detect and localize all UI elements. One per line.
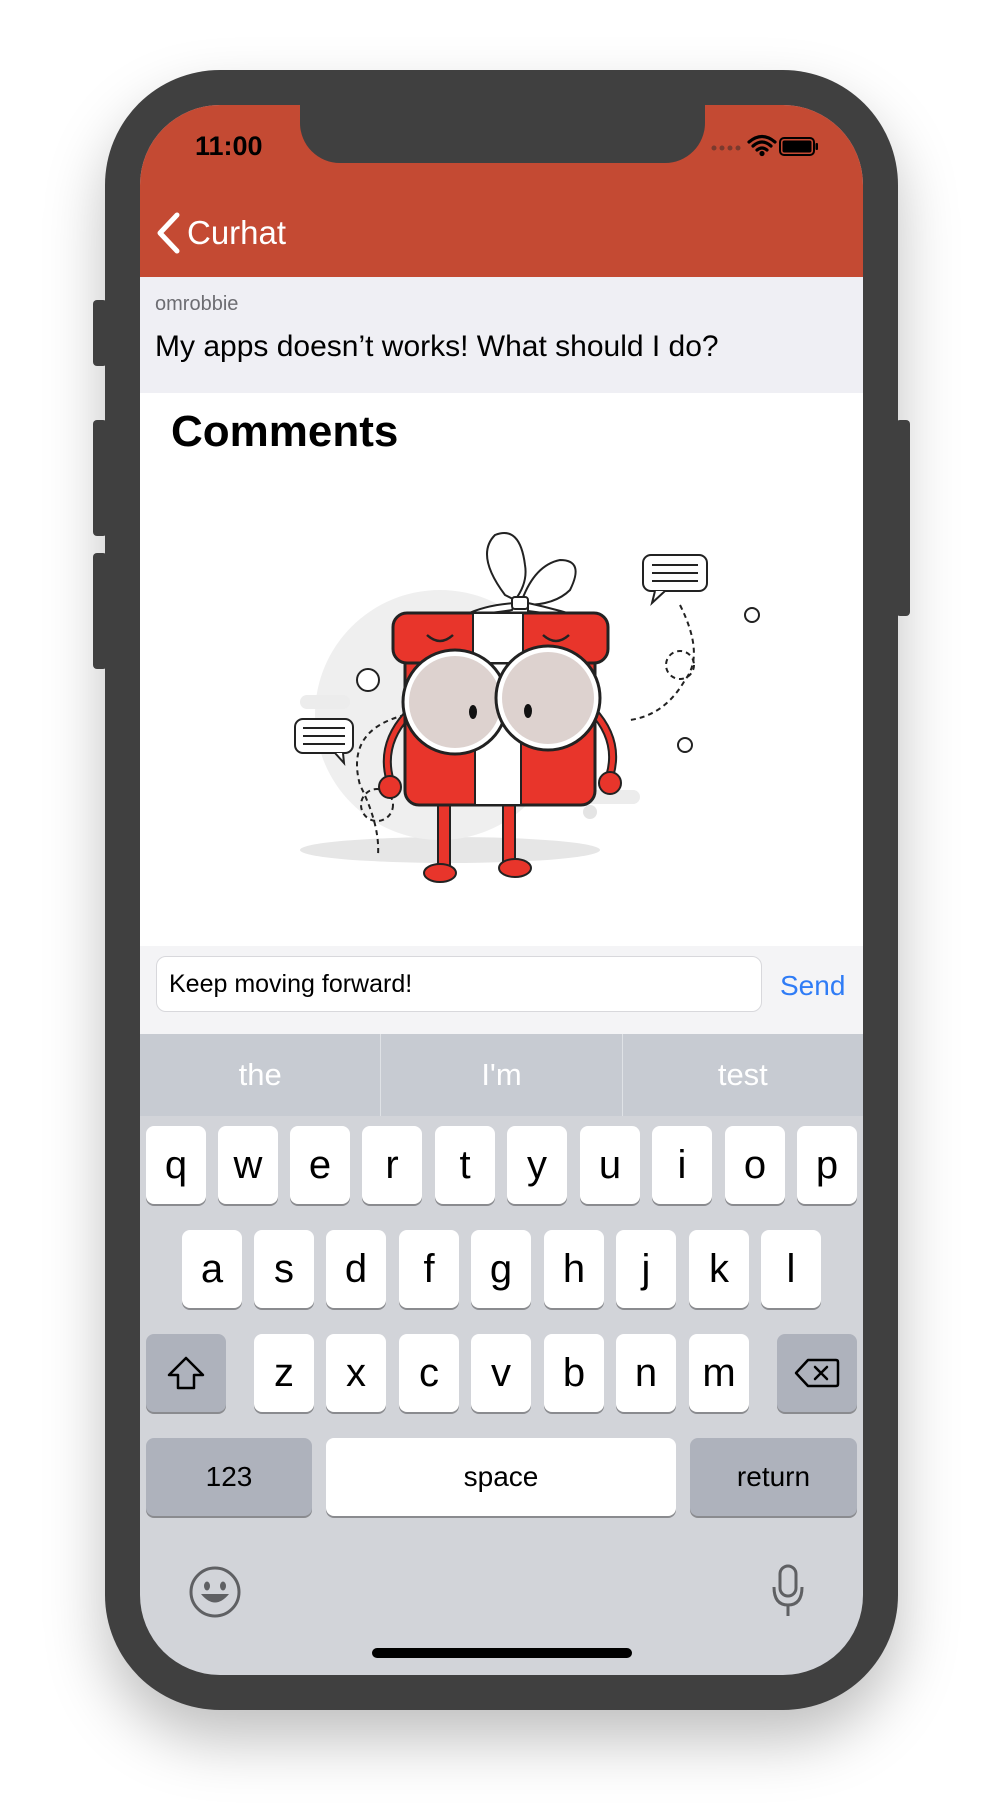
status-time: 11:00 <box>195 131 263 161</box>
key-w[interactable]: w <box>218 1126 278 1204</box>
key-n[interactable]: n <box>616 1334 676 1412</box>
back-button[interactable]: Curhat <box>155 208 286 258</box>
volume-up-button <box>93 420 107 536</box>
chevron-left-icon <box>157 212 180 254</box>
shift-icon <box>167 1356 205 1390</box>
key-z[interactable]: z <box>254 1334 314 1412</box>
key-h[interactable]: h <box>544 1230 604 1308</box>
wifi-icon <box>747 134 777 152</box>
key-j[interactable]: j <box>616 1230 676 1308</box>
key-f[interactable]: f <box>399 1230 459 1308</box>
screen: 11:00 Curhat omrobbie My apps doesn’t wo… <box>140 105 863 1675</box>
key-l[interactable]: l <box>761 1230 821 1308</box>
microphone-icon[interactable] <box>770 1563 806 1619</box>
return-key[interactable]: return <box>690 1438 857 1516</box>
space-key[interactable]: space <box>326 1438 676 1516</box>
key-i[interactable]: i <box>652 1126 712 1204</box>
signal-icon <box>711 145 741 151</box>
key-u[interactable]: u <box>580 1126 640 1204</box>
key-v[interactable]: v <box>471 1334 531 1412</box>
send-button[interactable]: Send <box>780 970 845 1002</box>
suggestion-3[interactable]: test <box>623 1034 863 1116</box>
volume-down-button <box>93 553 107 669</box>
key-b[interactable]: b <box>544 1334 604 1412</box>
key-p[interactable]: p <box>797 1126 857 1204</box>
home-indicator <box>372 1648 632 1658</box>
backspace-key[interactable] <box>777 1334 857 1412</box>
key-d[interactable]: d <box>326 1230 386 1308</box>
power-button <box>896 420 910 616</box>
suggestion-2[interactable]: I'm <box>381 1034 623 1116</box>
key-t[interactable]: t <box>435 1126 495 1204</box>
status-icons <box>710 131 820 161</box>
empty-comments-illustration <box>294 532 760 883</box>
suggestion-1[interactable]: the <box>140 1034 382 1116</box>
backspace-icon <box>794 1358 840 1388</box>
key-c[interactable]: c <box>399 1334 459 1412</box>
back-label: Curhat <box>187 214 287 251</box>
key-g[interactable]: g <box>471 1230 531 1308</box>
comment-input[interactable]: Keep moving forward! <box>156 956 762 1012</box>
shift-key[interactable] <box>146 1334 226 1412</box>
key-r[interactable]: r <box>362 1126 422 1204</box>
key-o[interactable]: o <box>725 1126 785 1204</box>
key-q[interactable]: q <box>146 1126 206 1204</box>
notch <box>300 105 705 163</box>
comments-title: Comments <box>171 407 399 456</box>
key-m[interactable]: m <box>689 1334 749 1412</box>
post-text: My apps doesn’t works! What should I do? <box>155 330 719 363</box>
key-e[interactable]: e <box>290 1126 350 1204</box>
battery-icon <box>779 137 818 156</box>
mute-switch <box>93 300 107 366</box>
speech-bubble-right <box>642 554 708 607</box>
key-y[interactable]: y <box>507 1126 567 1204</box>
post-username: omrobbie <box>155 293 239 315</box>
key-a[interactable]: a <box>182 1230 242 1308</box>
key-x[interactable]: x <box>326 1334 386 1412</box>
emoji-icon[interactable] <box>188 1565 242 1619</box>
key-s[interactable]: s <box>254 1230 314 1308</box>
predictive-bar: the I'm test <box>140 1034 863 1116</box>
numbers-key[interactable]: 123 <box>146 1438 312 1516</box>
key-k[interactable]: k <box>689 1230 749 1308</box>
